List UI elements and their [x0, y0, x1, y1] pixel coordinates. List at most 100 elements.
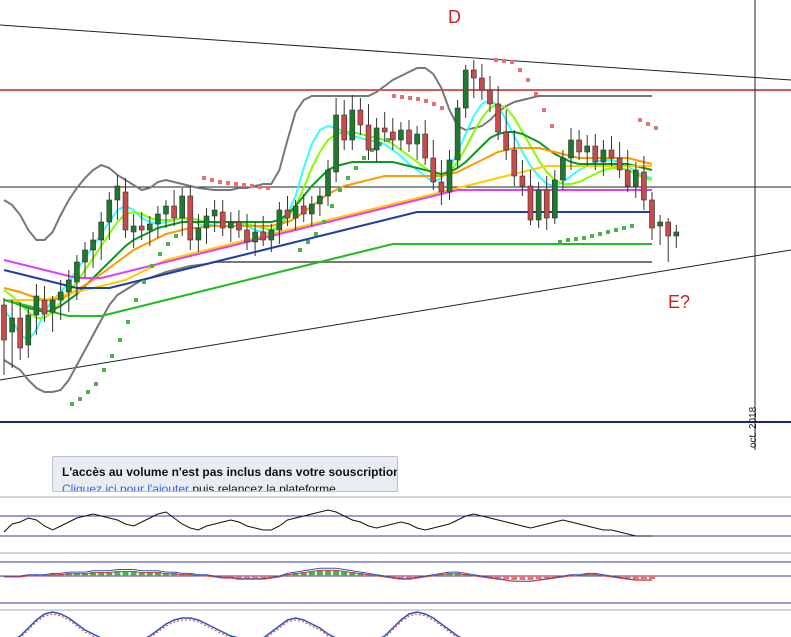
candle-body: [487, 89, 493, 105]
candle-body: [317, 195, 323, 205]
candle: [616, 142, 623, 178]
sar-dot: [250, 184, 254, 188]
candle-body: [527, 185, 534, 221]
candle-body: [519, 175, 526, 187]
main-price-panel: D E? oct. 2018: [0, 0, 791, 450]
candle: [25, 308, 32, 358]
upper-trend-line: [0, 24, 791, 81]
candle-body: [649, 199, 655, 229]
candle-body: [260, 231, 267, 241]
sar-dot: [550, 124, 554, 128]
candle-body: [365, 124, 372, 151]
sar-dot: [400, 95, 404, 99]
sar-dot: [86, 390, 90, 394]
candle: [9, 300, 15, 368]
x-tick-label: oct. 2018: [748, 406, 759, 448]
candle-body: [90, 239, 96, 251]
candle-body: [414, 133, 420, 145]
sar-dot: [518, 68, 522, 72]
volume-notice-rest: puis relancez la plateforme.: [189, 482, 340, 492]
candle: [317, 188, 323, 216]
sar-dot: [432, 102, 436, 106]
sar-dot: [646, 122, 650, 126]
candle: [454, 100, 461, 168]
candle: [163, 200, 169, 228]
candle-body: [17, 317, 24, 349]
candle-body: [138, 225, 145, 231]
sar-dot: [202, 176, 206, 180]
candle: [349, 95, 356, 150]
sar-dot: [408, 96, 412, 100]
candle: [624, 150, 631, 192]
candle-body: [1, 304, 7, 341]
indicator-panel-1: [0, 496, 791, 537]
candle-body: [624, 169, 631, 187]
candle-body: [325, 169, 331, 197]
sar-dot: [234, 182, 238, 186]
candle-body: [25, 314, 32, 346]
volume-notice: L'accès au volume n'est pas inclus dans …: [52, 456, 398, 492]
sar-dot: [306, 240, 310, 244]
candle-body: [479, 77, 485, 91]
sar-dot: [94, 382, 98, 386]
candle: [584, 135, 591, 166]
histogram-bar: [260, 576, 267, 578]
candle: [406, 120, 412, 152]
candle-body: [568, 139, 574, 159]
sar-dot: [386, 138, 390, 142]
histogram-bar: [543, 576, 550, 578]
candle-body: [470, 69, 477, 79]
candle-body: [584, 145, 591, 153]
annotation-d: D: [448, 7, 461, 27]
candle-body: [381, 127, 388, 133]
candle: [203, 208, 210, 244]
candle-body: [33, 295, 40, 316]
candle-body: [462, 69, 469, 109]
histogram-bar: [535, 576, 542, 579]
histogram-bar: [495, 576, 502, 578]
candle-body: [155, 213, 161, 225]
candle-body: [57, 291, 64, 301]
candle-body: [446, 159, 453, 193]
candle-body: [122, 191, 129, 231]
sar-dot: [78, 397, 82, 401]
sar-dot: [392, 94, 396, 98]
candle-body: [616, 157, 623, 171]
candle-body: [74, 261, 80, 283]
sar-dot: [142, 280, 146, 284]
sar-dot: [638, 118, 642, 122]
sar-dot: [134, 298, 138, 302]
candle: [373, 118, 380, 162]
histogram-bar: [397, 576, 404, 578]
add-volume-link[interactable]: Cliquez ici pour l'ajouter: [62, 482, 189, 491]
sar-dot: [338, 188, 342, 192]
sar-dot: [416, 97, 420, 101]
histogram-bar: [649, 576, 655, 579]
candle: [211, 200, 218, 232]
candle: [641, 156, 647, 210]
candle: [398, 122, 404, 150]
sar-dot: [622, 226, 626, 230]
histogram-bar: [640, 576, 647, 579]
candle-body: [576, 139, 582, 153]
sar-dot: [590, 234, 594, 238]
candle-body: [665, 221, 672, 237]
sar-dot: [166, 242, 170, 246]
sar-dot: [226, 181, 230, 185]
candle: [155, 206, 161, 238]
candle-body: [98, 221, 104, 241]
candle: [17, 302, 24, 360]
candle-body: [454, 107, 461, 161]
lower-trend-line: [0, 249, 791, 381]
candle: [308, 196, 315, 226]
candle-body: [535, 189, 542, 221]
histogram-bar: [519, 576, 526, 580]
candle: [568, 128, 574, 170]
candle-body: [592, 145, 599, 163]
sar-dot: [314, 232, 318, 236]
sar-dot: [440, 106, 444, 110]
candle-body: [543, 189, 550, 219]
histogram-bar: [632, 576, 639, 579]
sar-dot: [606, 230, 610, 234]
candle: [527, 170, 534, 225]
